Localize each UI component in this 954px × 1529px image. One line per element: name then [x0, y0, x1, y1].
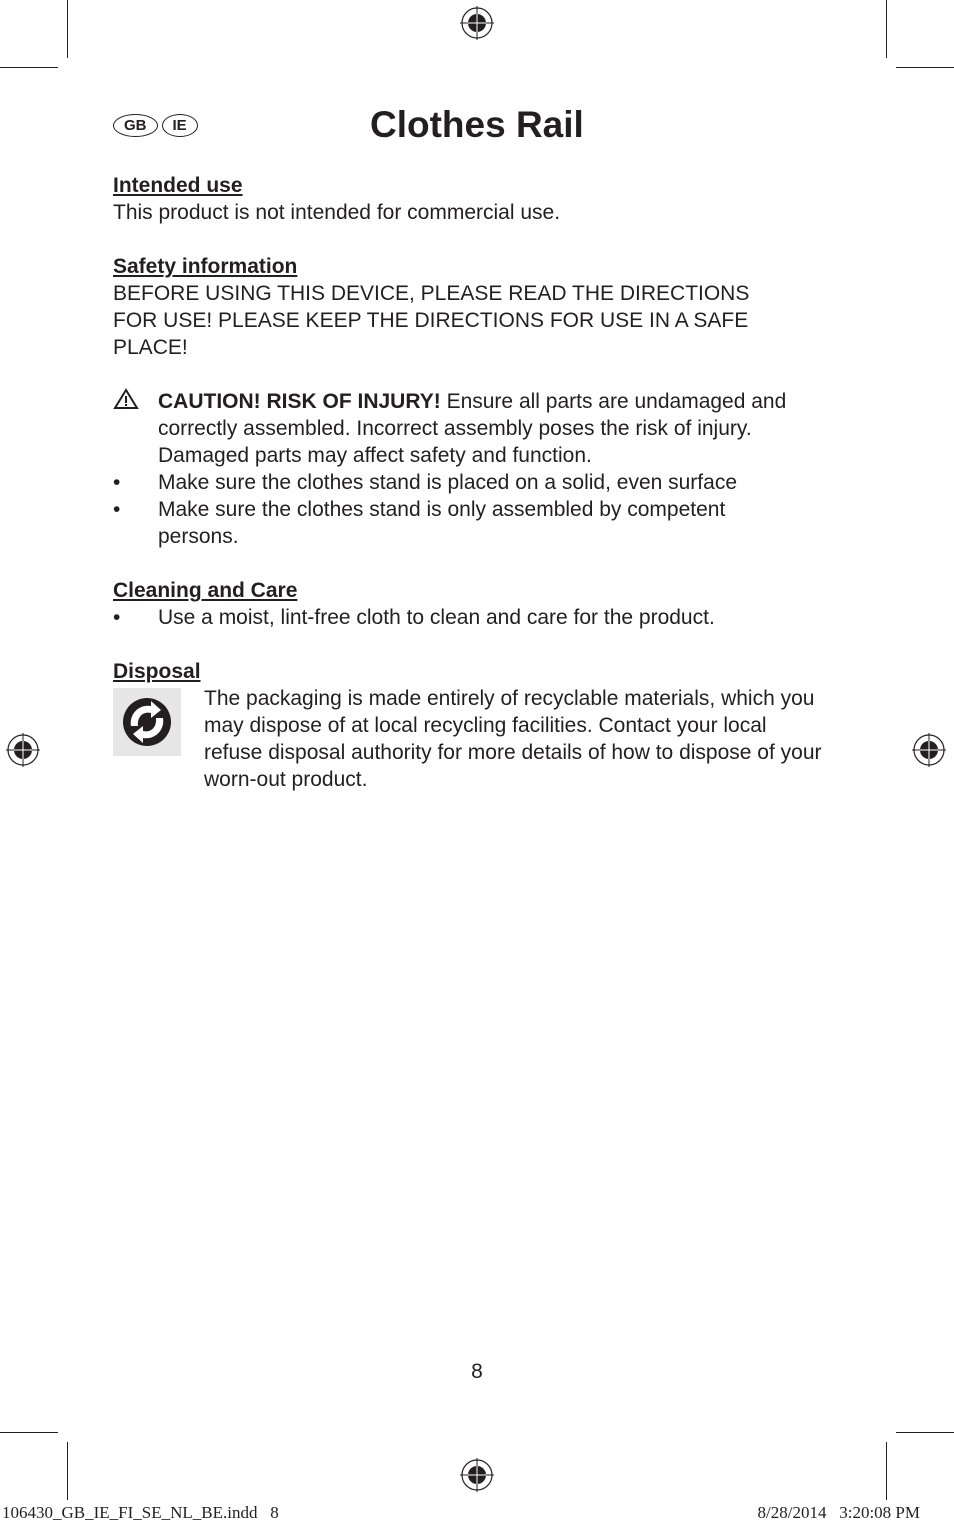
list-item-text: Make sure the clothes stand is only asse…	[158, 498, 726, 548]
document-body: Intended use This product is not intende…	[113, 172, 843, 793]
print-slug-timestamp: 8/28/2014 3:20:08 PM	[757, 1503, 920, 1522]
caution-notice: CAUTION! RISK OF INJURY! Ensure all part…	[113, 388, 843, 469]
crop-mark	[896, 67, 954, 68]
bullet: •	[113, 471, 121, 494]
registration-mark-icon	[6, 733, 40, 767]
section-heading-intended-use: Intended use	[113, 174, 243, 197]
list-item-text: Use a moist, lint-free cloth to clean an…	[158, 606, 715, 629]
safety-directions-line: PLACE!	[113, 336, 188, 359]
country-badge: GB	[113, 114, 158, 137]
crop-mark	[67, 0, 68, 58]
list-item: • Use a moist, lint-free cloth to clean …	[113, 604, 843, 631]
section-heading-disposal: Disposal	[113, 660, 201, 683]
page-number: 8	[471, 1360, 483, 1383]
bullet: •	[113, 606, 121, 629]
country-badges: GB IE	[113, 114, 198, 137]
list-item-text: Make sure the clothes stand is placed on…	[158, 471, 737, 494]
print-slug-filename: 106430_GB_IE_FI_SE_NL_BE.indd 8	[2, 1503, 279, 1522]
list-item: • Make sure the clothes stand is only as…	[113, 496, 843, 550]
green-dot-recycling-icon	[113, 688, 181, 756]
registration-mark-icon	[460, 1458, 494, 1492]
crop-mark	[896, 1432, 954, 1433]
safety-directions-line: BEFORE USING THIS DEVICE, PLEASE READ TH…	[113, 282, 750, 305]
bullet: •	[113, 498, 121, 521]
crop-mark	[0, 1432, 58, 1433]
list-item: • Make sure the clothes stand is placed …	[113, 469, 843, 496]
crop-mark	[0, 67, 58, 68]
registration-mark-icon	[912, 733, 946, 767]
registration-mark-icon	[460, 6, 494, 40]
section-heading-cleaning: Cleaning and Care	[113, 579, 298, 602]
intended-use-text: This product is not intended for commerc…	[113, 201, 561, 224]
crop-mark	[886, 0, 887, 58]
country-badge: IE	[161, 114, 198, 137]
section-heading-safety: Safety information	[113, 255, 298, 278]
crop-mark	[886, 1442, 887, 1500]
warning-triangle-icon	[113, 388, 158, 469]
disposal-text: The packaging is made entirely of recycl…	[204, 687, 822, 791]
caution-label: CAUTION! RISK OF INJURY!	[158, 390, 441, 413]
crop-mark	[67, 1442, 68, 1500]
safety-directions-line: FOR USE! PLEASE KEEP THE DIRECTIONS FOR …	[113, 309, 749, 332]
disposal-block: The packaging is made entirely of recycl…	[113, 685, 843, 793]
page-title: Clothes Rail	[370, 104, 584, 145]
